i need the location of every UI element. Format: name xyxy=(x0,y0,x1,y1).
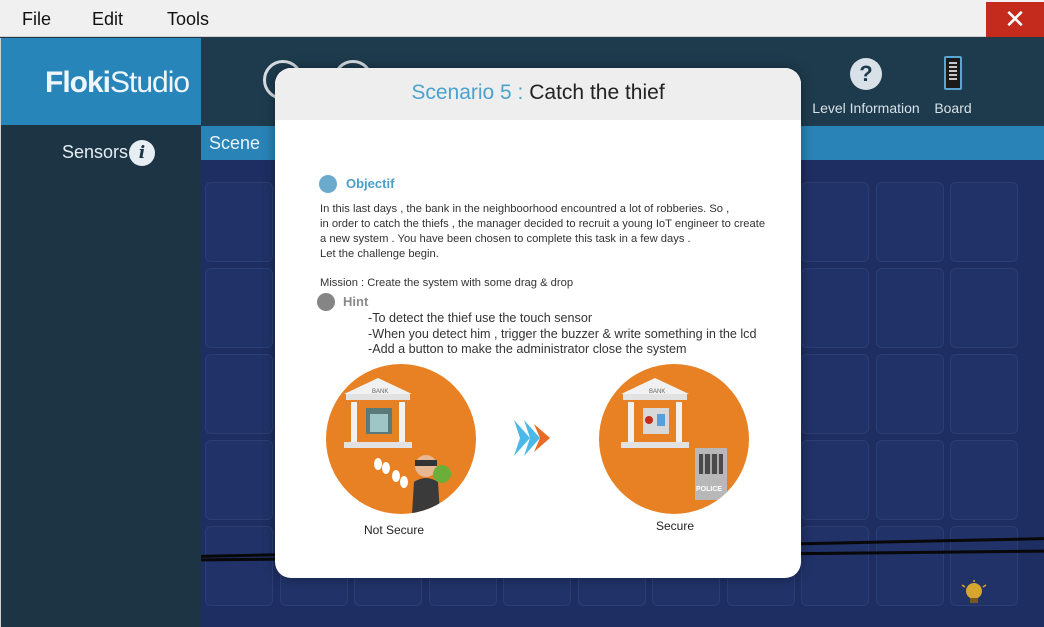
menu-edit[interactable]: Edit xyxy=(92,9,123,30)
objective-line: In this last days , the bank in the neig… xyxy=(320,203,730,215)
objective-heading: Objectif xyxy=(346,176,395,191)
objective-bullet-icon xyxy=(319,175,337,193)
logo-banner: FlokiStudio xyxy=(1,38,202,125)
bank-sign-right: BANK xyxy=(649,389,666,395)
scene-slot[interactable] xyxy=(875,268,944,348)
hint-line: -To detect the thief use the touch senso… xyxy=(368,311,593,325)
bank-robbery-illustration xyxy=(344,378,451,514)
scene-slot[interactable] xyxy=(875,440,944,520)
scene-slot[interactable] xyxy=(205,354,273,434)
info-icon[interactable]: i xyxy=(129,140,155,166)
modal-title: Scenario 5 : Catch the thief xyxy=(275,81,801,105)
menu-bar: File Edit Tools ✕ xyxy=(0,0,1044,37)
scene-slot[interactable] xyxy=(950,182,1018,262)
objective-line: Let the challenge begin. xyxy=(320,248,439,260)
scene-slot[interactable] xyxy=(801,354,869,434)
hint-heading: Hint xyxy=(343,294,369,309)
scene-slot[interactable] xyxy=(801,526,869,606)
scene-label: Scene xyxy=(209,133,261,153)
logo-light-text: Studio xyxy=(110,66,190,99)
mission-text: Mission : Create the system with some dr… xyxy=(320,277,574,289)
not-secure-label: Not Secure xyxy=(364,523,425,537)
sensors-label[interactable]: Sensors xyxy=(62,142,128,163)
scene-slot[interactable] xyxy=(950,268,1018,348)
board-label: Board xyxy=(934,100,972,116)
scenario-modal: Scenario 5 : Catch the thief Objectif In… xyxy=(275,68,801,578)
scene-slot[interactable] xyxy=(205,268,273,348)
level-information-button[interactable]: ? Level Information xyxy=(811,38,921,125)
bank-sign-left: BANK xyxy=(372,389,389,395)
scene-slot[interactable] xyxy=(801,440,869,520)
close-icon: ✕ xyxy=(1004,4,1026,34)
hint-line: -When you detect him , trigger the buzze… xyxy=(368,327,757,341)
lightbulb-icon[interactable] xyxy=(961,580,987,606)
scene-slot[interactable] xyxy=(950,440,1018,520)
board-button[interactable]: Board xyxy=(926,38,980,125)
secure-label: Secure xyxy=(656,519,695,533)
level-information-label: Level Information xyxy=(812,100,920,116)
secure-bank-illustration xyxy=(621,378,727,500)
scene-slot[interactable] xyxy=(875,354,944,434)
scene-slot[interactable] xyxy=(205,440,273,520)
modal-header: Scenario 5 : Catch the thief xyxy=(275,68,801,120)
sidebar: FlokiStudio Sensors i xyxy=(0,38,202,627)
objective-line: in order to catch the thiefs , the manag… xyxy=(320,218,766,230)
double-arrow-icon xyxy=(514,420,550,456)
scenario-name: Catch the thief xyxy=(529,81,665,104)
scenario-number: Scenario 5 : xyxy=(411,81,524,104)
scene-slot[interactable] xyxy=(205,182,273,262)
objective-line: a new system . You have been chosen to c… xyxy=(320,233,691,245)
menu-tools[interactable]: Tools xyxy=(167,9,209,30)
hint-line: -Add a button to make the administrator … xyxy=(368,342,687,356)
scene-slot[interactable] xyxy=(950,354,1018,434)
board-icon xyxy=(944,56,962,90)
hint-bullet-icon xyxy=(317,293,335,311)
scene-slot[interactable] xyxy=(875,182,944,262)
secure-illustration: BANK POLICE xyxy=(599,364,749,514)
scene-slot[interactable] xyxy=(875,526,944,606)
menu-file[interactable]: File xyxy=(22,9,51,30)
scene-slot[interactable] xyxy=(801,182,869,262)
not-secure-illustration: BANK xyxy=(326,364,476,514)
app-logo: FlokiStudio xyxy=(45,66,190,100)
help-icon: ? xyxy=(850,58,882,90)
scene-slot[interactable] xyxy=(205,526,273,606)
scene-slot[interactable] xyxy=(801,268,869,348)
close-window-button[interactable]: ✕ xyxy=(986,2,1044,37)
police-sign: POLICE xyxy=(696,486,723,493)
logo-bold-text: Floki xyxy=(45,66,111,99)
